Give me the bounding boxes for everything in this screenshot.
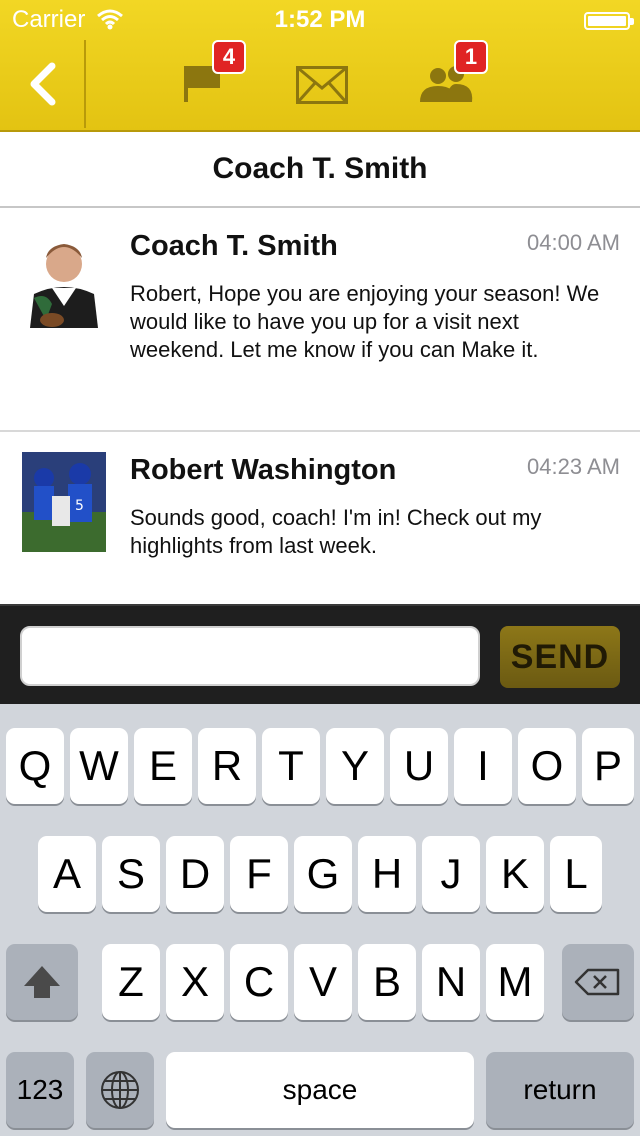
key-o[interactable]: O xyxy=(518,728,576,804)
conversation-title-bar: Coach T. Smith xyxy=(0,132,640,208)
nav-divider xyxy=(84,40,86,128)
key-q[interactable]: Q xyxy=(6,728,64,804)
key-d[interactable]: D xyxy=(166,836,224,912)
globe-key[interactable] xyxy=(86,1052,154,1128)
shift-arrow-icon xyxy=(24,966,60,998)
key-u[interactable]: U xyxy=(390,728,448,804)
message-item[interactable]: Coach T. Smith 04:00 AM Robert, Hope you… xyxy=(0,208,640,430)
player-avatar: 5 xyxy=(22,452,106,552)
key-a[interactable]: A xyxy=(38,836,96,912)
return-key[interactable]: return xyxy=(486,1052,634,1128)
conversation-title: Coach T. Smith xyxy=(212,152,428,185)
message-timestamp: 04:23 AM xyxy=(527,454,620,479)
key-k[interactable]: K xyxy=(486,836,544,912)
clock: 1:52 PM xyxy=(274,6,366,33)
battery-icon xyxy=(584,12,634,30)
key-h[interactable]: H xyxy=(358,836,416,912)
key-r[interactable]: R xyxy=(198,728,256,804)
space-key[interactable]: space xyxy=(166,1052,474,1128)
notifications-badge: 4 xyxy=(212,40,246,74)
delete-key[interactable] xyxy=(562,944,634,1020)
key-e[interactable]: E xyxy=(134,728,192,804)
key-s[interactable]: S xyxy=(102,836,160,912)
globe-icon xyxy=(101,1071,139,1109)
message-input[interactable] xyxy=(20,626,480,686)
messages-button[interactable] xyxy=(296,66,348,109)
key-v[interactable]: V xyxy=(294,944,352,1020)
key-b[interactable]: B xyxy=(358,944,416,1020)
backspace-icon xyxy=(574,968,620,996)
key-y[interactable]: Y xyxy=(326,728,384,804)
back-button[interactable] xyxy=(0,40,84,128)
message-text: Robert, Hope you are enjoying your seaso… xyxy=(130,281,600,362)
key-c[interactable]: C xyxy=(230,944,288,1020)
key-m[interactable]: M xyxy=(486,944,544,1020)
key-p[interactable]: P xyxy=(582,728,634,804)
envelope-icon xyxy=(296,66,348,104)
message-text: Sounds good, coach! I'm in! Check out my… xyxy=(130,505,542,558)
message-sender: Coach T. Smith xyxy=(130,230,338,262)
send-button[interactable]: SEND xyxy=(500,626,620,688)
message-item[interactable]: 5 Robert Washington 04:23 AM Sounds good… xyxy=(0,430,640,604)
shift-key[interactable] xyxy=(6,944,78,1020)
message-timestamp: 04:00 AM xyxy=(527,230,620,255)
svg-text:5: 5 xyxy=(75,498,84,514)
key-i[interactable]: I xyxy=(454,728,512,804)
onscreen-keyboard: Q W E R T Y U I O P A S D F G H J K L Z … xyxy=(0,704,640,1136)
coach-avatar xyxy=(22,228,106,328)
friends-badge: 1 xyxy=(454,40,488,74)
key-t[interactable]: T xyxy=(262,728,320,804)
key-l[interactable]: L xyxy=(550,836,602,912)
top-navigation-bar: Carrier 1:52 PM 4 1 xyxy=(0,0,640,132)
key-g[interactable]: G xyxy=(294,836,352,912)
key-w[interactable]: W xyxy=(70,728,128,804)
numbers-key[interactable]: 123 xyxy=(6,1052,74,1128)
key-n[interactable]: N xyxy=(422,944,480,1020)
message-composer: SEND xyxy=(0,604,640,706)
status-bar: Carrier 1:52 PM xyxy=(0,0,640,40)
message-sender: Robert Washington xyxy=(130,454,397,486)
key-j[interactable]: J xyxy=(422,836,480,912)
key-x[interactable]: X xyxy=(166,944,224,1020)
chevron-left-icon xyxy=(30,62,56,106)
key-z[interactable]: Z xyxy=(102,944,160,1020)
key-f[interactable]: F xyxy=(230,836,288,912)
